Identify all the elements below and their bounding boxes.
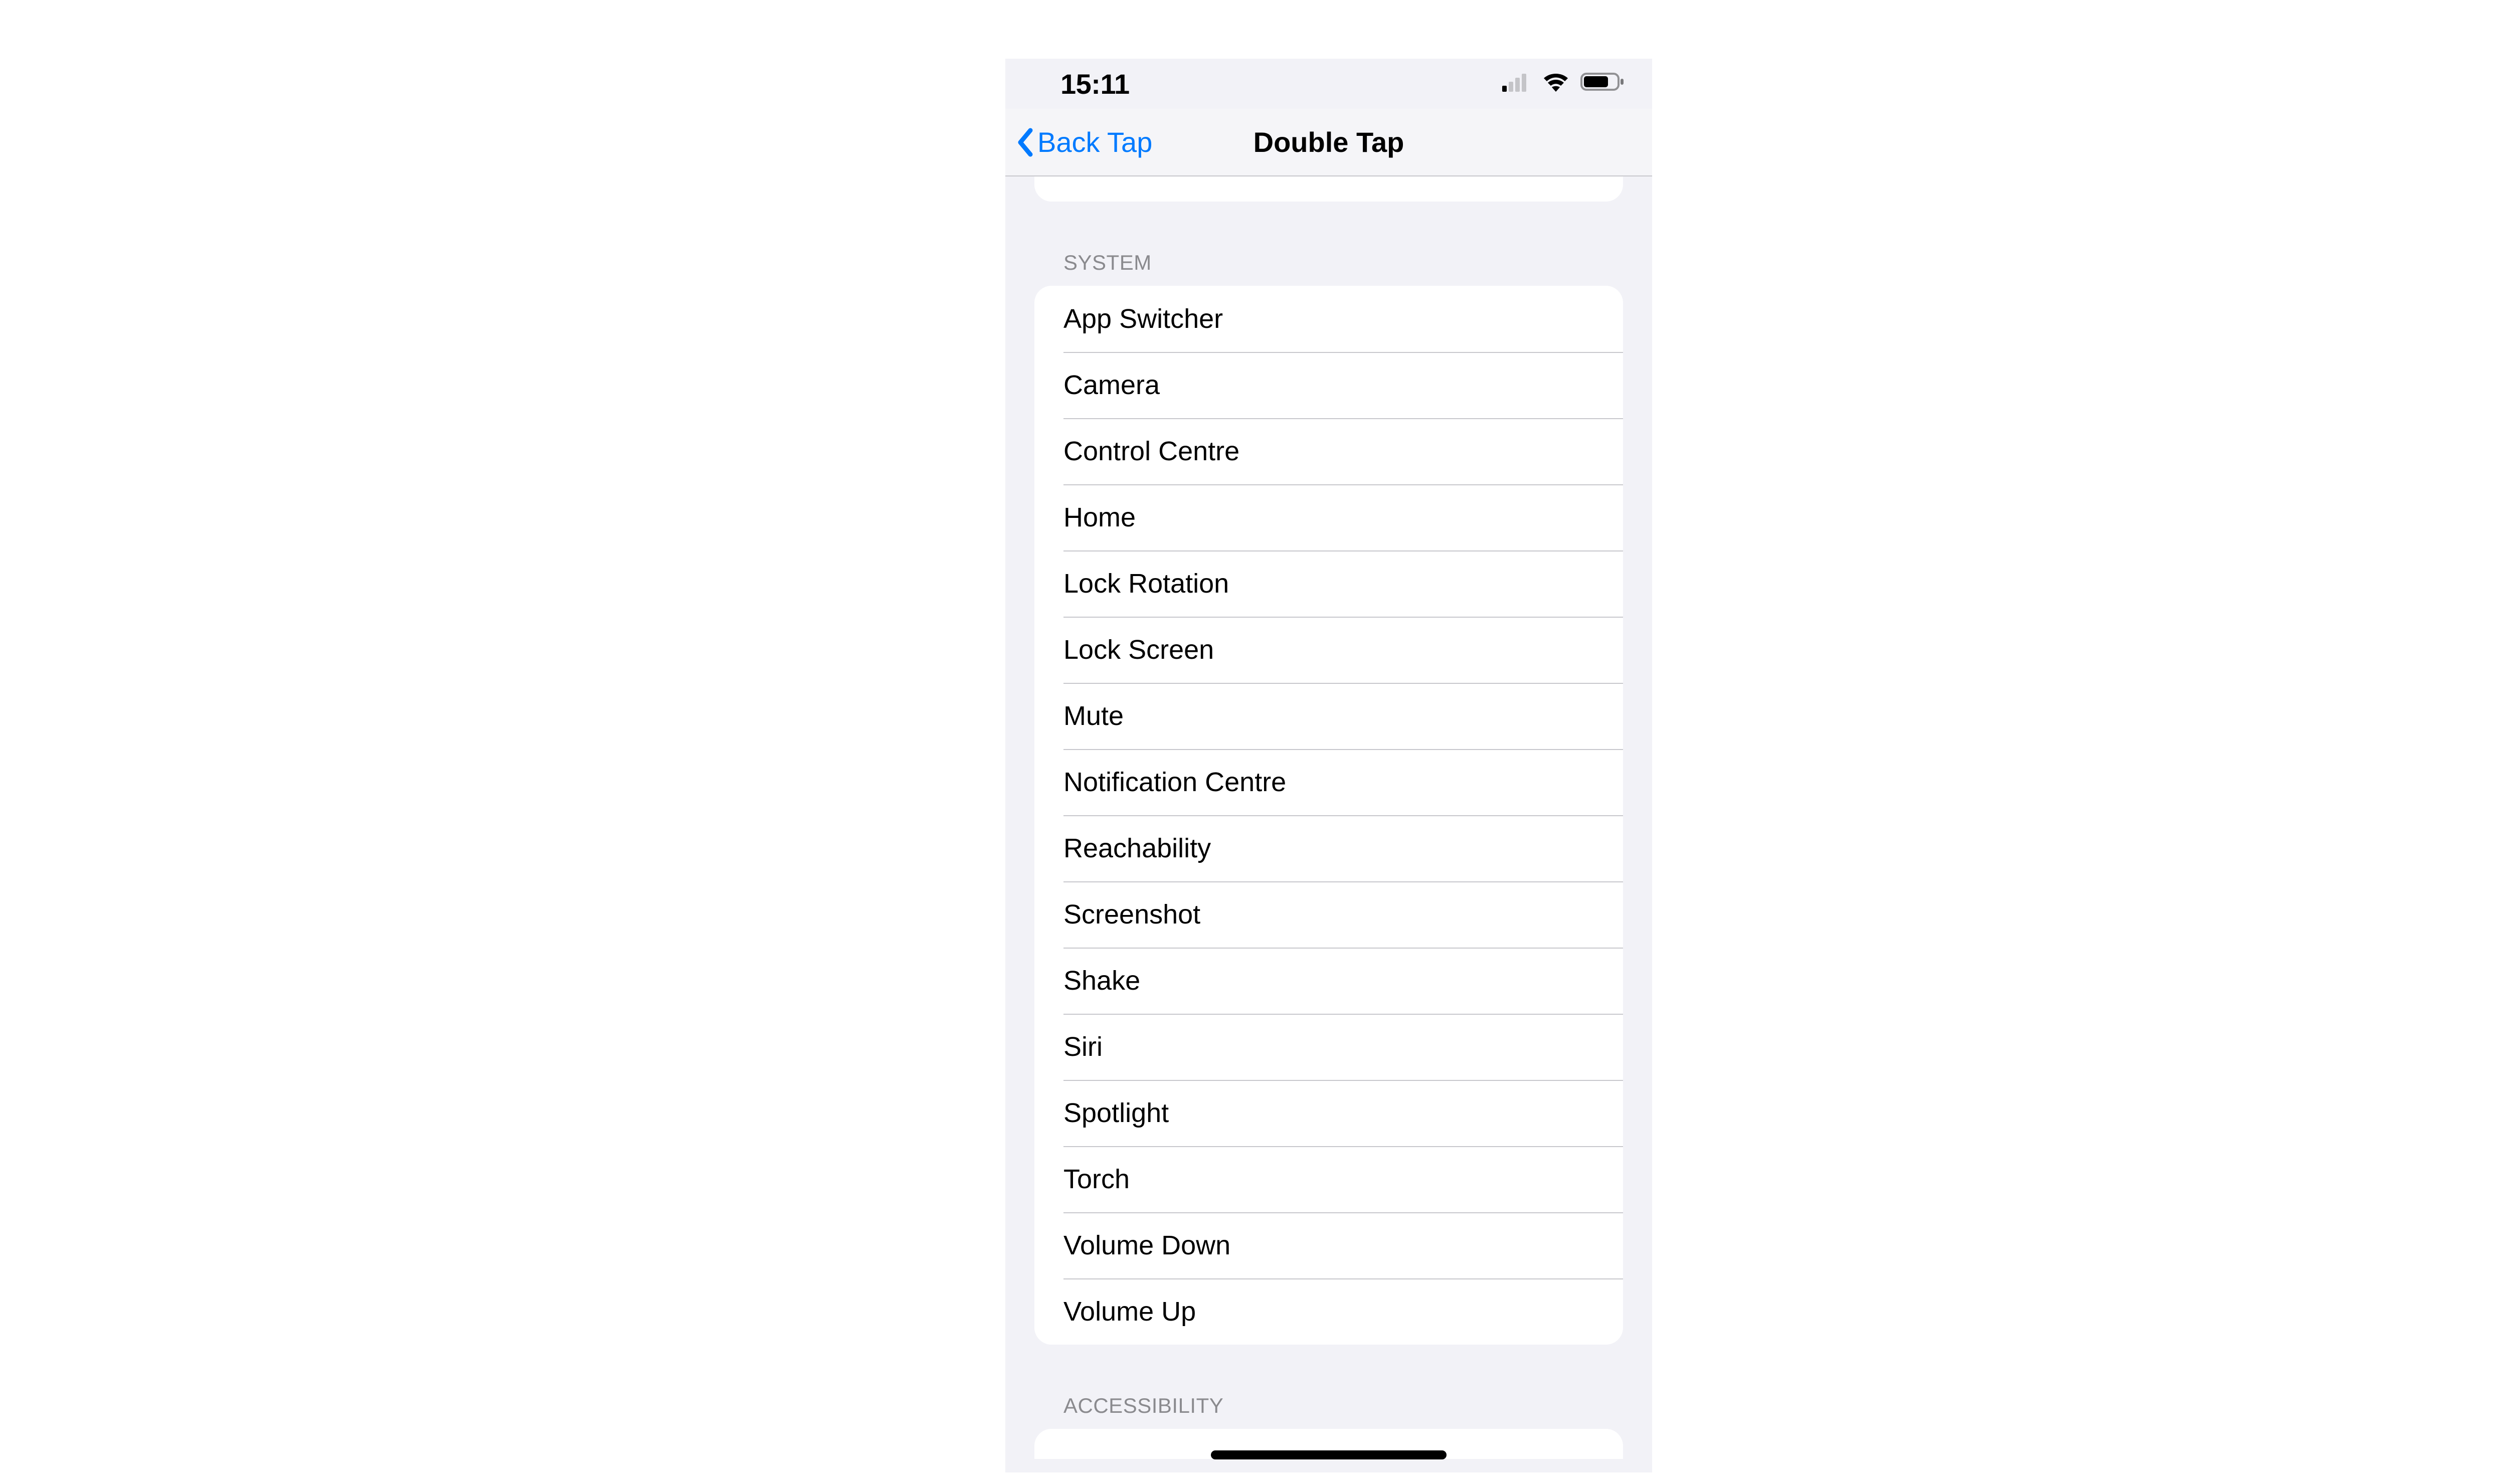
option-mute[interactable]: Mute	[1034, 683, 1623, 749]
option-spotlight[interactable]: Spotlight	[1034, 1080, 1623, 1146]
option-label: Home	[1063, 502, 1136, 533]
option-label: Torch	[1063, 1164, 1130, 1195]
option-label: Shake	[1063, 965, 1140, 996]
option-app-switcher[interactable]: App Switcher	[1034, 286, 1623, 352]
option-reachability[interactable]: Reachability	[1034, 815, 1623, 881]
status-time: 15:11	[1060, 68, 1130, 100]
home-indicator[interactable]	[1211, 1450, 1447, 1459]
phone-frame: 15:11	[1005, 59, 1652, 1472]
option-notification-centre[interactable]: Notification Centre	[1034, 749, 1623, 815]
option-lock-screen[interactable]: Lock Screen	[1034, 617, 1623, 683]
back-label: Back Tap	[1037, 126, 1152, 158]
section-header-accessibility: ACCESSIBILITY	[1063, 1394, 1623, 1418]
option-torch[interactable]: Torch	[1034, 1146, 1623, 1212]
system-options-card: App Switcher Camera Control Centre Home …	[1034, 286, 1623, 1345]
option-siri[interactable]: Siri	[1034, 1014, 1623, 1080]
previous-section-peek	[1034, 176, 1623, 202]
option-label: Control Centre	[1063, 436, 1239, 467]
option-camera[interactable]: Camera	[1034, 352, 1623, 418]
cellular-icon	[1502, 70, 1531, 98]
option-label: Mute	[1063, 700, 1124, 731]
option-label: Reachability	[1063, 833, 1211, 864]
option-control-centre[interactable]: Control Centre	[1034, 418, 1623, 484]
option-volume-down[interactable]: Volume Down	[1034, 1212, 1623, 1278]
battery-icon	[1580, 70, 1625, 98]
option-home[interactable]: Home	[1034, 484, 1623, 550]
option-label: Volume Up	[1063, 1296, 1196, 1327]
wifi-icon	[1542, 70, 1569, 98]
nav-bar: Back Tap Double Tap	[1005, 109, 1652, 176]
option-label: Volume Down	[1063, 1230, 1230, 1261]
option-volume-up[interactable]: Volume Up	[1034, 1278, 1623, 1345]
option-lock-rotation[interactable]: Lock Rotation	[1034, 550, 1623, 617]
chevron-left-icon	[1015, 127, 1035, 157]
status-bar: 15:11	[1005, 59, 1652, 109]
settings-content: SYSTEM App Switcher Camera Control Centr…	[1005, 176, 1652, 1459]
option-label: Notification Centre	[1063, 767, 1286, 798]
option-label: App Switcher	[1063, 303, 1223, 334]
option-label: Camera	[1063, 369, 1160, 401]
option-label: Lock Rotation	[1063, 568, 1229, 599]
option-label: Screenshot	[1063, 899, 1200, 930]
option-shake[interactable]: Shake	[1034, 948, 1623, 1014]
back-button[interactable]: Back Tap	[1015, 126, 1152, 158]
status-icons	[1502, 70, 1625, 98]
option-label: Spotlight	[1063, 1097, 1169, 1129]
option-label: Lock Screen	[1063, 634, 1214, 665]
option-screenshot[interactable]: Screenshot	[1034, 881, 1623, 948]
option-label: Siri	[1063, 1031, 1103, 1062]
section-header-system: SYSTEM	[1063, 251, 1623, 275]
